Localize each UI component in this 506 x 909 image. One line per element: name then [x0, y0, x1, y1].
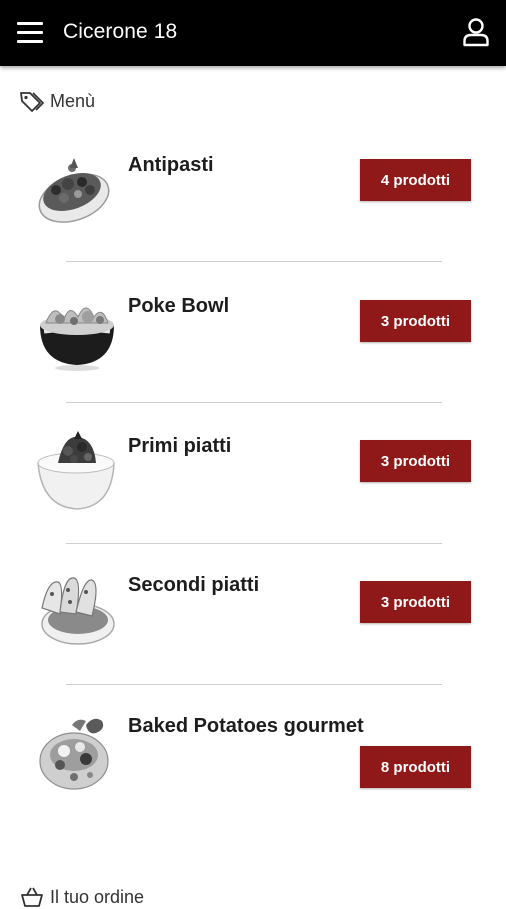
category-title: Antipasti	[128, 154, 214, 176]
category-row-antipasti[interactable]: Antipasti 4 prodotti	[0, 142, 506, 262]
category-title: Poke Bowl	[128, 295, 230, 317]
product-count-badge[interactable]: 3 prodotti	[360, 300, 471, 342]
user-account-icon[interactable]	[462, 17, 490, 47]
divider	[66, 261, 442, 262]
app-title: Cicerone 18	[63, 20, 178, 43]
category-title: Secondi piatti	[128, 574, 260, 596]
shopping-basket-icon	[21, 887, 43, 907]
order-section-label: Il tuo ordine	[50, 886, 145, 907]
product-count-badge[interactable]: 4 prodotti	[360, 159, 471, 201]
category-title: Baked Potatoes gourmet	[128, 715, 364, 737]
baked-potato-dish-icon	[34, 711, 120, 797]
category-row-poke-bowl[interactable]: Poke Bowl 3 prodotti	[0, 283, 506, 403]
pasta-bowl-dish-icon	[34, 429, 120, 515]
category-row-baked-potatoes[interactable]: Baked Potatoes gourmet 8 prodotti	[0, 705, 506, 825]
stuffed-vegetables-dish-icon	[34, 568, 120, 654]
hamburger-menu-icon[interactable]	[17, 20, 43, 46]
divider	[66, 402, 442, 403]
product-count-badge[interactable]: 8 prodotti	[360, 746, 471, 788]
app-bar: Cicerone 18	[0, 0, 506, 66]
menu-section-label: Menù	[50, 90, 96, 111]
menu-section-header: Menù	[19, 89, 95, 113]
category-row-secondi-piatti[interactable]: Secondi piatti 3 prodotti	[0, 564, 506, 684]
order-section-header[interactable]: Il tuo ordine	[19, 885, 144, 909]
bruschetta-dish-icon	[34, 146, 120, 232]
tags-icon	[20, 92, 44, 112]
product-count-badge[interactable]: 3 prodotti	[360, 581, 471, 623]
poke-bowl-dish-icon	[34, 287, 120, 373]
divider	[66, 684, 442, 685]
category-row-primi-piatti[interactable]: Primi piatti 3 prodotti	[0, 423, 506, 543]
divider	[66, 543, 442, 544]
product-count-badge[interactable]: 3 prodotti	[360, 440, 471, 482]
category-title: Primi piatti	[128, 435, 232, 457]
